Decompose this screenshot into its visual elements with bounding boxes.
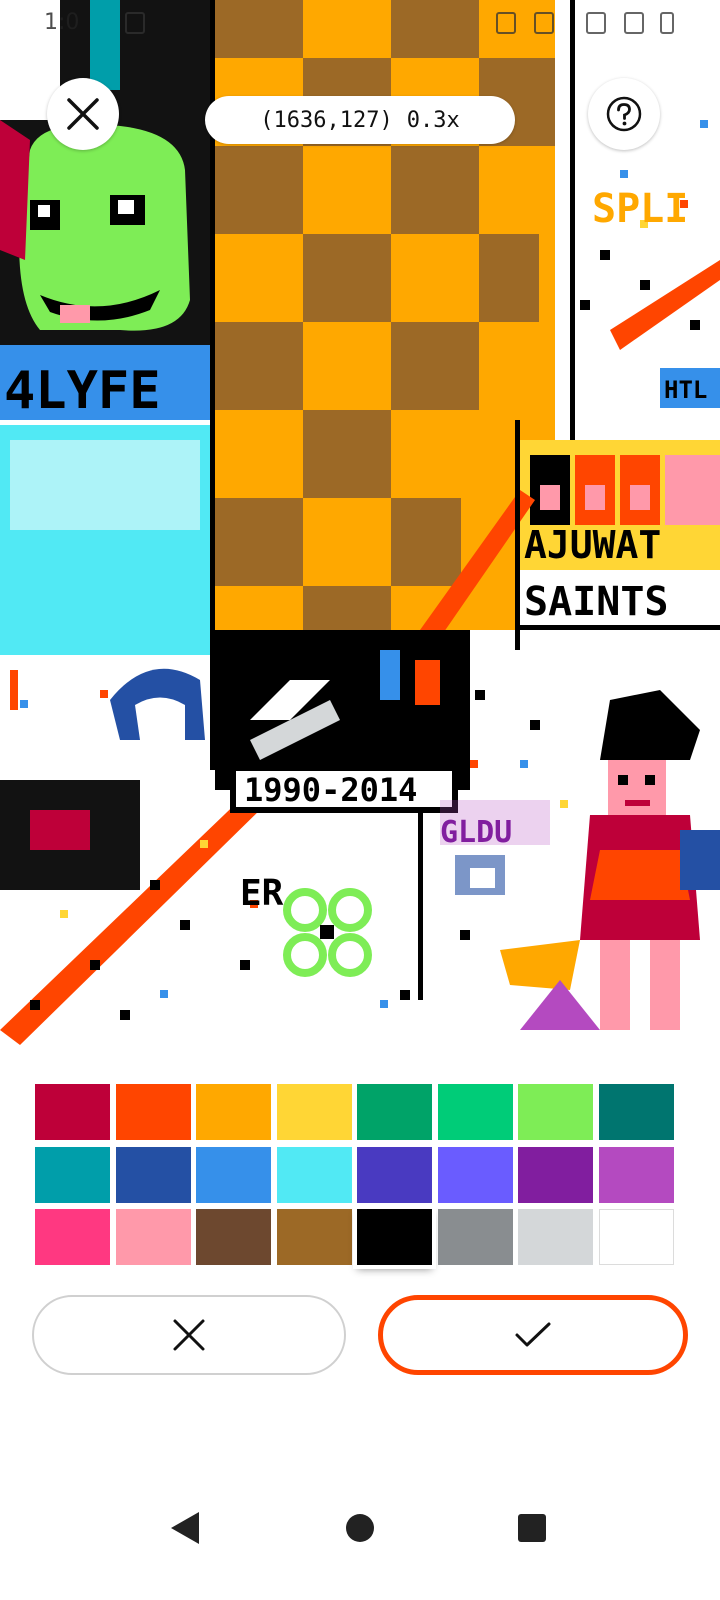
check-icon [515,1322,551,1347]
color-swatch[interactable] [35,1084,110,1140]
art-text-gldu: GLDU [440,815,512,850]
help-button[interactable] [588,78,660,150]
color-swatch[interactable] [115,1209,191,1265]
navigation-bar [0,1510,720,1600]
color-swatch[interactable] [437,1209,513,1265]
home-circle-icon[interactable] [344,1512,376,1544]
color-swatch[interactable] [276,1146,352,1203]
help-icon [606,96,642,132]
color-swatch[interactable] [598,1209,674,1265]
color-swatch[interactable] [437,1146,513,1203]
color-swatch[interactable] [518,1209,593,1265]
close-button[interactable] [47,78,119,150]
art-text-years: 1990-2014 [244,771,417,809]
coordinates-readout: (1636,127) [260,107,393,133]
screen: 4LYFE 1990-2014 AJUWAT SAINTS SPLI GLDU … [0,0,720,1600]
recents-square-icon[interactable] [516,1512,548,1544]
art-text-er: ER [240,873,284,914]
color-swatch[interactable] [196,1209,271,1265]
color-swatch[interactable] [196,1084,271,1140]
color-swatch[interactable] [276,1084,352,1140]
color-swatch[interactable] [276,1209,352,1265]
status-time: 1:0 [44,10,80,35]
color-swatch[interactable] [115,1146,191,1203]
art-text-saints: SAINTS [524,579,669,625]
color-swatch[interactable] [598,1084,674,1140]
color-swatch[interactable] [35,1146,110,1203]
art-text-lyfe: 4LYFE [4,361,161,421]
status-bar: 1:0 [0,0,720,48]
color-swatch[interactable] [196,1146,271,1203]
color-swatch[interactable] [437,1084,513,1140]
color-swatch[interactable] [518,1146,593,1203]
back-triangle-icon[interactable] [168,1510,202,1546]
color-swatch[interactable] [357,1084,432,1140]
nfc-icon [496,12,516,34]
confirm-button[interactable] [378,1295,688,1375]
color-swatch[interactable] [35,1209,110,1265]
vibrate-icon [534,12,554,34]
art-text-htl: HTL [664,376,707,404]
close-icon [67,98,99,130]
signal-icon [624,12,644,34]
zoom-readout: 0.3x [406,107,460,133]
battery-icon [660,12,674,34]
coordinates-pill: (1636,127) 0.3x [205,96,515,144]
color-swatch[interactable] [115,1084,191,1140]
color-swatch[interactable] [357,1146,432,1203]
art-text-split: SPLI [592,186,688,232]
x-icon [173,1319,205,1351]
color-swatch[interactable] [598,1146,674,1203]
pixel-canvas[interactable]: 4LYFE 1990-2014 AJUWAT SAINTS SPLI GLDU … [0,0,720,1050]
color-swatch[interactable] [357,1209,432,1265]
color-swatch[interactable] [518,1084,593,1140]
canvas-art: 4LYFE 1990-2014 AJUWAT SAINTS SPLI GLDU … [0,0,720,1045]
cancel-button[interactable] [32,1295,346,1375]
wifi-icon [586,12,606,34]
art-text-ajuwat: AJUWAT [524,523,661,567]
media-icon [125,12,145,34]
